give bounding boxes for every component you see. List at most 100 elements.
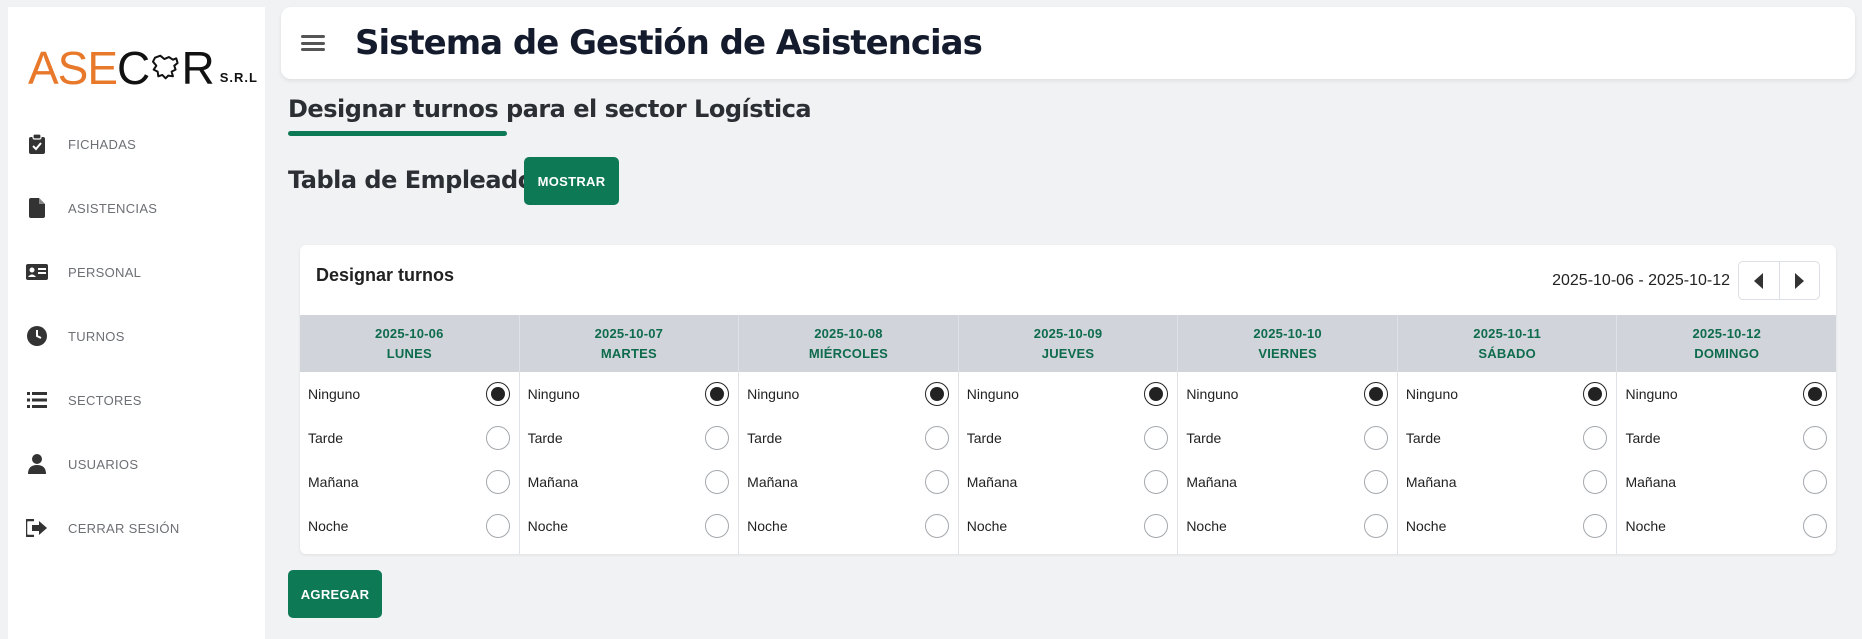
day-column: 2025-10-06 LUNES Ninguno Tarde Mañana Noche [300, 315, 520, 554]
day-column: 2025-10-08 MIÉRCOLES Ninguno Tarde Mañana Noc… [739, 315, 959, 554]
day-header: 2025-10-08 MIÉRCOLES [739, 315, 958, 372]
shift-option[interactable]: Tarde [520, 416, 739, 460]
shift-radio[interactable] [705, 382, 730, 406]
list-icon [26, 389, 48, 411]
shift-radio[interactable] [1144, 470, 1169, 494]
shift-option-label: Noche [1405, 518, 1447, 534]
card-title: Designar turnos [316, 265, 455, 285]
shift-radio[interactable] [1583, 514, 1608, 538]
shift-option[interactable]: Ninguno [1617, 372, 1836, 416]
sidebar-item-label: CERRAR SESIÓN [68, 520, 180, 536]
shift-option[interactable]: Noche [959, 504, 1178, 548]
sidebar-item-personal[interactable]: PERSONAL [8, 240, 265, 304]
shift-option[interactable]: Ninguno [300, 372, 519, 416]
next-week-button[interactable] [1778, 262, 1820, 299]
shift-radio[interactable] [1803, 470, 1828, 494]
shift-radio[interactable] [1583, 426, 1608, 450]
shift-radio[interactable] [705, 514, 730, 538]
shift-option-label: Ninguno [1186, 386, 1239, 402]
shift-radio[interactable] [924, 470, 949, 494]
shift-option[interactable]: Mañana [300, 460, 519, 504]
sidebar-item-sectores[interactable]: SECTORES [8, 368, 265, 432]
shift-option[interactable]: Noche [1398, 504, 1617, 548]
sidebar-item-label: USUARIOS [68, 456, 139, 472]
mostrar-button[interactable]: MOSTRAR [524, 157, 619, 205]
shift-radio[interactable] [1144, 382, 1169, 406]
sidebar-item-asistencias[interactable]: ASISTENCIAS [8, 176, 265, 240]
caret-right-icon [1794, 272, 1804, 289]
clock-icon [26, 325, 48, 347]
shift-option-label: Tarde [1405, 430, 1441, 446]
shift-radio[interactable] [485, 426, 510, 450]
shift-radio[interactable] [705, 426, 730, 450]
shift-option-label: Mañana [308, 474, 359, 490]
shift-option[interactable]: Mañana [520, 460, 739, 504]
shift-option-label: Noche [966, 518, 1008, 534]
sidebar-item-usuarios[interactable]: USUARIOS [8, 432, 265, 496]
shift-option[interactable]: Ninguno [739, 372, 958, 416]
agregar-button[interactable]: AGREGAR [288, 570, 382, 618]
shift-radio[interactable] [705, 470, 730, 494]
shift-radio[interactable] [1583, 382, 1608, 406]
shift-option[interactable]: Noche [739, 504, 958, 548]
shift-option[interactable]: Ninguno [520, 372, 739, 416]
company-logo: ASE C R S.R.L [28, 31, 258, 91]
shift-option[interactable]: Mañana [959, 460, 1178, 504]
shift-option[interactable]: Tarde [959, 416, 1178, 460]
shift-radio[interactable] [485, 514, 510, 538]
shift-option[interactable]: Ninguno [959, 372, 1178, 416]
shift-radio[interactable] [1363, 470, 1388, 494]
shift-option[interactable]: Tarde [300, 416, 519, 460]
shift-radio[interactable] [485, 470, 510, 494]
shift-option[interactable]: Tarde [1398, 416, 1617, 460]
day-column: 2025-10-09 JUEVES Ninguno Tarde Mañana Noche [958, 315, 1179, 554]
shift-option[interactable]: Tarde [739, 416, 958, 460]
shift-option[interactable]: Mañana [1617, 460, 1836, 504]
sidebar-item-label: ASISTENCIAS [68, 200, 158, 216]
shift-radio[interactable] [1803, 426, 1828, 450]
sidebar-item-cerrar-sesion[interactable]: CERRAR SESIÓN [8, 496, 265, 560]
shift-option[interactable]: Noche [1178, 504, 1397, 548]
shift-option-label: Noche [527, 518, 569, 534]
shift-radio[interactable] [1803, 514, 1828, 538]
day-date: 2025-10-11 [1473, 325, 1542, 341]
day-name: LUNES [386, 345, 432, 361]
previous-week-button[interactable] [1739, 262, 1779, 299]
shift-option[interactable]: Noche [300, 504, 519, 548]
shift-option[interactable]: Ninguno [1398, 372, 1617, 416]
shift-option[interactable]: Noche [520, 504, 739, 548]
shift-option[interactable]: Mañana [739, 460, 958, 504]
sidebar-item-label: PERSONAL [68, 264, 142, 280]
shift-option-label: Tarde [966, 430, 1002, 446]
shift-option[interactable]: Tarde [1617, 416, 1836, 460]
sidebar: ASE C R S.R.L FICHADAS ASISTENCIAS PERSO… [8, 7, 265, 639]
shift-option[interactable]: Tarde [1178, 416, 1397, 460]
sidebar-item-fichadas[interactable]: FICHADAS [8, 112, 265, 176]
sidebar-item-turnos[interactable]: TURNOS [8, 304, 265, 368]
shift-option-label: Mañana [966, 474, 1018, 490]
shift-radio[interactable] [1363, 382, 1388, 406]
shift-radio[interactable] [1144, 514, 1169, 538]
shift-option[interactable]: Noche [1617, 504, 1836, 548]
shift-radio[interactable] [1363, 426, 1388, 450]
shift-option-label: Tarde [1186, 430, 1222, 446]
shift-radio[interactable] [485, 382, 510, 406]
shift-option[interactable]: Mañana [1398, 460, 1617, 504]
app-title: Sistema de Gestión de Asistencias [355, 23, 983, 63]
shift-radio[interactable] [1803, 382, 1828, 406]
shift-option[interactable]: Ninguno [1178, 372, 1397, 416]
shift-radio[interactable] [924, 514, 949, 538]
shift-radio[interactable] [924, 382, 949, 406]
day-header: 2025-10-06 LUNES [300, 315, 519, 372]
shift-radio[interactable] [924, 426, 949, 450]
shift-option-label: Mañana [1186, 474, 1237, 490]
shift-radio[interactable] [1583, 470, 1608, 494]
shift-option-label: Ninguno [308, 386, 361, 402]
id-card-icon [26, 261, 48, 283]
shift-radio[interactable] [1144, 426, 1169, 450]
day-name: MARTES [600, 345, 657, 361]
hamburger-menu-icon[interactable] [301, 33, 325, 53]
shift-option[interactable]: Mañana [1178, 460, 1397, 504]
shift-radio[interactable] [1363, 514, 1388, 538]
day-name: JUEVES [1041, 345, 1095, 361]
